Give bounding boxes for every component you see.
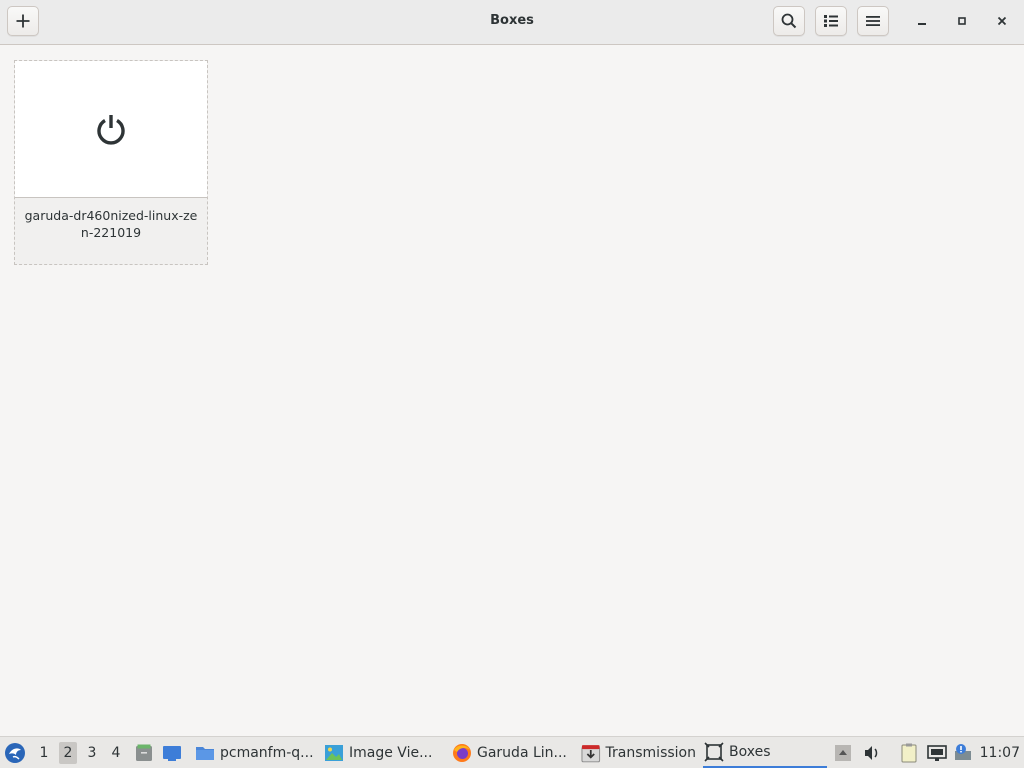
header-bar: Boxes (0, 0, 1024, 45)
close-button[interactable] (991, 10, 1013, 32)
search-icon (781, 13, 797, 29)
desktop-icon (163, 745, 181, 761)
clock[interactable]: 11:07 (980, 737, 1020, 768)
workspace-3[interactable]: 3 (83, 742, 101, 764)
task-image-viewer[interactable]: Image Vie... (323, 737, 443, 768)
application-menu-button[interactable] (4, 737, 26, 768)
firefox-icon (453, 743, 471, 762)
minimize-icon (918, 23, 926, 25)
list-view-icon (824, 15, 838, 27)
search-button[interactable] (773, 6, 805, 36)
network-icon (927, 744, 947, 761)
box-name: garuda-dr460nized-linux-zen-221019 (24, 208, 198, 240)
file-cabinet-icon (136, 744, 152, 761)
task-transmission[interactable]: Transmission (580, 737, 696, 768)
folder-icon (196, 746, 214, 760)
garuda-logo-icon (5, 742, 25, 763)
task-boxes[interactable]: Boxes (703, 737, 827, 768)
box-thumbnail[interactable] (15, 61, 207, 198)
view-toggle-button[interactable] (815, 6, 847, 36)
task-label: pcmanfm-q... (220, 744, 314, 761)
power-icon (97, 115, 125, 145)
task-label: Image Vie... (349, 744, 433, 761)
transmission-icon (581, 744, 601, 762)
maximize-button[interactable] (951, 10, 973, 32)
boxes-icon (704, 741, 724, 762)
taskbar: 1 2 3 4 pcmanfm-q... Image Vie... Garuda… (0, 736, 1024, 768)
volume-icon (865, 745, 878, 760)
workspace-4[interactable]: 4 (107, 742, 125, 764)
update-notifier-icon (955, 743, 971, 760)
minimize-button[interactable] (911, 10, 933, 32)
tray-expand-button[interactable] (834, 737, 852, 768)
task-firefox[interactable]: Garuda Lin... (451, 737, 573, 768)
task-label: Boxes (729, 743, 771, 760)
task-label: Transmission (605, 744, 696, 761)
box-tile[interactable]: garuda-dr460nized-linux-zen-221019 (14, 60, 208, 265)
file-cabinet-launcher[interactable] (133, 737, 155, 768)
tray-arrow-icon (835, 744, 851, 761)
clipboard-button[interactable] (899, 737, 919, 768)
updates-button[interactable] (952, 737, 974, 768)
maximize-icon (958, 17, 966, 25)
main-menu-button[interactable] (857, 6, 889, 36)
image-viewer-icon (325, 744, 343, 761)
task-pcmanfm[interactable]: pcmanfm-q... (194, 737, 316, 768)
workspace-1[interactable]: 1 (35, 742, 53, 764)
boxes-collection: garuda-dr460nized-linux-zen-221019 (0, 45, 1024, 736)
hamburger-menu-icon (866, 16, 880, 26)
show-desktop-launcher[interactable] (161, 737, 183, 768)
task-label: Garuda Lin... (477, 744, 567, 761)
clipboard-icon (901, 743, 917, 762)
volume-button[interactable] (862, 737, 882, 768)
workspace-2[interactable]: 2 (59, 742, 77, 764)
close-icon (997, 16, 1007, 26)
network-button[interactable] (926, 737, 948, 768)
